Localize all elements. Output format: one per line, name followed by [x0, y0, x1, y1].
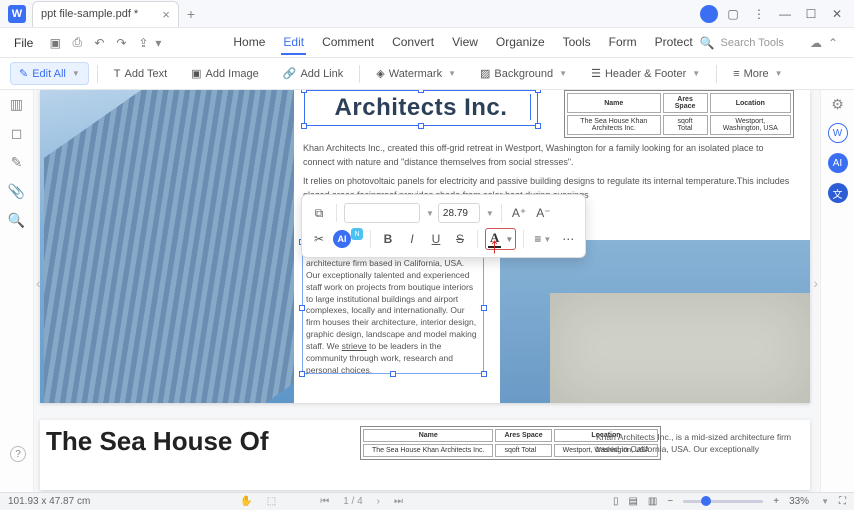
thumbnails-icon[interactable]: ▥	[10, 96, 23, 113]
user-avatar[interactable]	[700, 5, 718, 23]
tab-tools[interactable]: Tools	[561, 31, 593, 55]
page2-heading: The Sea House Of	[46, 428, 269, 454]
title-text: Architects Inc.	[335, 94, 508, 122]
new-tab-button[interactable]: +	[187, 6, 195, 22]
search-tools[interactable]: 🔍 Search Tools ☁ ⌃	[700, 36, 848, 50]
header-footer-button[interactable]: ☰ Header & Footer▼	[583, 63, 708, 84]
wondershare-badge-icon[interactable]: W	[828, 123, 848, 143]
continuous-view-icon[interactable]: ▤	[628, 496, 637, 507]
menu-bar: File ▣ ⎙ ↶ ↷ ⇪ ▾ Home Edit Comment Conve…	[0, 28, 854, 58]
zoom-in-icon[interactable]: +	[773, 496, 779, 507]
two-page-view-icon[interactable]: ▥	[648, 496, 657, 507]
translate-icon[interactable]: 文	[828, 183, 848, 203]
app-logo: W	[8, 5, 26, 23]
single-page-view-icon[interactable]: ▯	[613, 496, 619, 507]
file-menu[interactable]: File	[6, 32, 41, 54]
ai-badge-icon[interactable]: AI	[333, 230, 351, 248]
ai-assistant-icon[interactable]: AI	[828, 153, 848, 173]
last-page-icon[interactable]: ⏭	[394, 496, 403, 507]
kebab-menu-icon[interactable]: ⋮	[748, 4, 770, 24]
window-titlebar: W ppt file-sample.pdf * × + ▢ ⋮ — ☐ ✕	[0, 0, 854, 28]
page2-body-text: Khan Architects Inc., is a mid-sized arc…	[596, 432, 796, 456]
decrease-font-icon[interactable]: A⁻	[533, 202, 553, 224]
strikethrough-icon[interactable]: S	[450, 228, 470, 250]
tab-form[interactable]: Form	[607, 31, 639, 55]
properties-icon[interactable]: ⚙	[831, 96, 844, 113]
background-button[interactable]: ▨ Background▼	[472, 63, 575, 84]
text-cursor	[530, 94, 531, 120]
document-canvas[interactable]: Architects Inc. NameAres SpaceLocation T…	[34, 90, 820, 492]
cloud-icon[interactable]: ☁	[810, 36, 822, 50]
more-button[interactable]: ≡ More▼	[725, 64, 790, 84]
messages-icon[interactable]: ▢	[722, 4, 744, 24]
close-window-button[interactable]: ✕	[826, 4, 848, 24]
more-format-icon[interactable]: ⋯	[558, 228, 578, 250]
building-photo-left	[40, 90, 294, 403]
tab-organize[interactable]: Organize	[494, 31, 547, 55]
undo-icon[interactable]: ↶	[89, 33, 109, 53]
watermark-button[interactable]: ◈ Watermark▼	[368, 63, 464, 84]
next-page-icon[interactable]: ›	[377, 496, 380, 507]
tab-home[interactable]: Home	[231, 31, 267, 55]
copy-icon[interactable]: ⧉	[309, 202, 329, 224]
tab-view[interactable]: View	[450, 31, 480, 55]
edit-ribbon: ✎ Edit All▼ T Add Text ▣ Add Image 🔗 Add…	[0, 58, 854, 90]
search-placeholder: Search Tools	[721, 37, 784, 49]
zoom-level[interactable]: 33%	[789, 496, 809, 507]
zoom-out-icon[interactable]: −	[667, 496, 673, 507]
search-icon: 🔍	[700, 36, 715, 50]
attachments-icon[interactable]: 📎	[8, 183, 25, 200]
maximize-button[interactable]: ☐	[800, 4, 822, 24]
cut-icon[interactable]: ✂	[309, 228, 329, 250]
increase-font-icon[interactable]: A⁺	[509, 202, 529, 224]
pdf-page-2: The Sea House Of NameAres SpaceLocation …	[40, 420, 810, 490]
print-icon[interactable]: ⎙	[67, 33, 87, 53]
next-page-edge[interactable]: ›	[813, 275, 818, 291]
search-panel-icon[interactable]: 🔍	[8, 212, 25, 229]
zoom-slider[interactable]	[683, 500, 763, 503]
first-page-icon[interactable]: ⏮	[320, 496, 329, 507]
fullscreen-icon[interactable]: ⛶	[839, 496, 846, 507]
page-indicator[interactable]: 1 / 4	[343, 496, 362, 507]
tab-edit[interactable]: Edit	[281, 31, 306, 55]
select-tool-icon[interactable]: ⬚	[267, 496, 276, 507]
dimensions-readout: 101.93 x 47.87 cm	[8, 496, 90, 507]
save-icon[interactable]: ▣	[45, 33, 65, 53]
italic-icon[interactable]: I	[402, 228, 422, 250]
add-link-button[interactable]: 🔗 Add Link	[275, 63, 352, 84]
right-sidebar: ⚙ W AI 文	[820, 90, 854, 492]
status-bar: 101.93 x 47.87 cm ✋ ⬚ ⏮ 1 / 4 › ⏭ ▯ ▤ ▥ …	[0, 492, 854, 510]
selected-text-box[interactable]: Khan Architects Inc., is a mid-sized arc…	[302, 242, 484, 374]
left-sidebar: ▥ ◻ ✎ 📎 🔍	[0, 90, 34, 492]
add-image-button[interactable]: ▣ Add Image	[183, 63, 267, 84]
align-button[interactable]: ≡▼	[531, 228, 554, 250]
tab-comment[interactable]: Comment	[320, 31, 376, 55]
tab-convert[interactable]: Convert	[390, 31, 436, 55]
hand-tool-icon[interactable]: ✋	[240, 496, 252, 507]
share-icon[interactable]: ⇪	[133, 33, 153, 53]
add-text-button[interactable]: T Add Text	[106, 64, 175, 84]
prev-page-edge[interactable]: ‹	[36, 275, 41, 291]
bold-icon[interactable]: B	[378, 228, 398, 250]
collapse-ribbon-icon[interactable]: ⌃	[828, 36, 838, 50]
annotation-arrow: ↑	[489, 233, 500, 259]
bookmark-icon[interactable]: ◻	[11, 125, 23, 142]
redo-icon[interactable]: ↷	[111, 33, 131, 53]
font-family-select[interactable]	[344, 203, 420, 223]
new-badge: N	[351, 228, 363, 240]
annotations-icon[interactable]: ✎	[11, 154, 23, 171]
close-tab-icon[interactable]: ×	[162, 7, 170, 22]
tab-protect[interactable]: Protect	[653, 31, 695, 55]
edit-all-button[interactable]: ✎ Edit All▼	[10, 62, 89, 85]
minimize-button[interactable]: —	[774, 4, 796, 24]
text-format-toolbar: ⧉ ▼ 28.79 ▼ A⁺ A⁻ ✂ AI N B I U S A▼	[301, 194, 586, 258]
document-tab[interactable]: ppt file-sample.pdf * ×	[32, 1, 179, 27]
help-icon[interactable]: ?	[10, 446, 26, 462]
document-tab-label: ppt file-sample.pdf *	[41, 8, 138, 20]
font-size-input[interactable]: 28.79	[438, 203, 480, 223]
spec-table: NameAres SpaceLocation The Sea House Kha…	[564, 90, 794, 138]
building-photo-right	[500, 240, 810, 403]
underline-icon[interactable]: U	[426, 228, 446, 250]
title-text-box[interactable]: Architects Inc.	[304, 90, 538, 126]
